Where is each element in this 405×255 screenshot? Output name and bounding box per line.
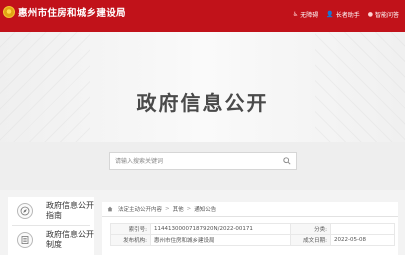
site-title[interactable]: 惠州市住房和城乡建设局 <box>18 8 126 19</box>
search-icon[interactable] <box>283 157 291 165</box>
accessibility-label: 无障碍 <box>300 12 319 19</box>
table-row: 索引号: 11441300007187920N/2022-00171 分类: <box>110 223 395 235</box>
sidebar-item-system[interactable]: 政府信息公开制度 <box>8 226 94 254</box>
document-meta-table: 索引号: 11441300007187920N/2022-00171 分类: 发… <box>110 223 395 246</box>
date-value: 2022-05-08 <box>330 234 395 246</box>
breadcrumb-item[interactable]: 其他 <box>173 205 184 213</box>
breadcrumb-item[interactable]: 法定主动公开内容 <box>118 205 162 213</box>
elder-mode-link[interactable]: 👤 长者助手 <box>326 10 360 19</box>
publisher-value: 惠州市住房和城乡建设局 <box>150 234 291 246</box>
smart-qa-link[interactable]: ● 智能问答 <box>368 10 399 19</box>
category-value <box>330 223 395 235</box>
index-value: 11441300007187920N/2022-00171 <box>150 223 291 235</box>
page-title: 政府信息公开 <box>136 91 269 115</box>
breadcrumb-separator: > <box>165 206 170 212</box>
lightbulb-icon: ● <box>367 11 373 18</box>
publisher-label: 发布机构: <box>110 234 151 246</box>
index-label: 索引号: <box>110 223 151 235</box>
date-label: 成文日期: <box>290 234 331 246</box>
category-label: 分类: <box>290 223 331 235</box>
hero-banner: 政府信息公开 <box>0 32 405 142</box>
sidebar-item-label: 政府信息公开制度 <box>46 230 94 249</box>
sidebar-item-label: 政府信息公开指南 <box>46 201 94 220</box>
hero-decoration-left <box>0 32 90 142</box>
breadcrumb-item[interactable]: 通知公告 <box>194 205 216 213</box>
breadcrumb-separator: > <box>186 206 192 212</box>
header-bar: 惠州市住房和城乡建设局 ♿ 无障碍 👤 长者助手 ● 智能问答 <box>0 0 405 32</box>
breadcrumb: 法定主动公开内容 > 其他 > 通知公告 <box>102 202 398 217</box>
compass-icon <box>17 203 33 219</box>
sidebar: 政府信息公开指南 政府信息公开制度 <box>8 197 94 255</box>
home-icon[interactable] <box>107 206 113 212</box>
document-list-icon <box>17 232 33 248</box>
elder-mode-icon: 👤 <box>326 11 334 18</box>
accessibility-icon: ♿ <box>292 11 299 18</box>
accessibility-link[interactable]: ♿ 无障碍 <box>293 10 318 19</box>
search-box <box>109 152 297 170</box>
smart-qa-label: 智能问答 <box>374 12 399 19</box>
national-emblem-icon <box>3 6 15 18</box>
elder-mode-label: 长者助手 <box>335 12 360 19</box>
header-links: ♿ 无障碍 👤 长者助手 ● 智能问答 <box>293 10 399 19</box>
hero-decoration-right <box>315 32 405 142</box>
table-row: 发布机构: 惠州市住房和城乡建设局 成文日期: 2022-05-08 <box>110 234 395 246</box>
sidebar-item-guide[interactable]: 政府信息公开指南 <box>8 197 94 225</box>
search-input[interactable] <box>115 155 275 168</box>
main-panel: 法定主动公开内容 > 其他 > 通知公告 索引号: 11441300007187… <box>102 202 398 255</box>
